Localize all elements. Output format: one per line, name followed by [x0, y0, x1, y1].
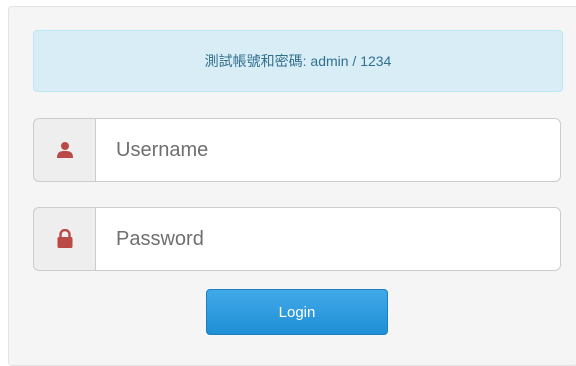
credentials-hint-text: 測試帳號和密碼: admin / 1234	[204, 53, 392, 69]
login-button-label: Login	[278, 303, 316, 321]
password-input[interactable]	[95, 207, 561, 271]
password-addon	[33, 207, 95, 271]
password-input-group	[33, 207, 561, 271]
username-input[interactable]	[95, 118, 561, 182]
username-addon	[33, 118, 95, 182]
login-button[interactable]: Login	[206, 289, 388, 335]
lock-icon	[57, 229, 72, 248]
user-icon	[56, 142, 73, 158]
username-input-group	[33, 118, 561, 182]
login-panel: 測試帳號和密碼: admin / 1234 Login	[8, 6, 576, 366]
credentials-hint-alert: 測試帳號和密碼: admin / 1234	[33, 30, 563, 92]
